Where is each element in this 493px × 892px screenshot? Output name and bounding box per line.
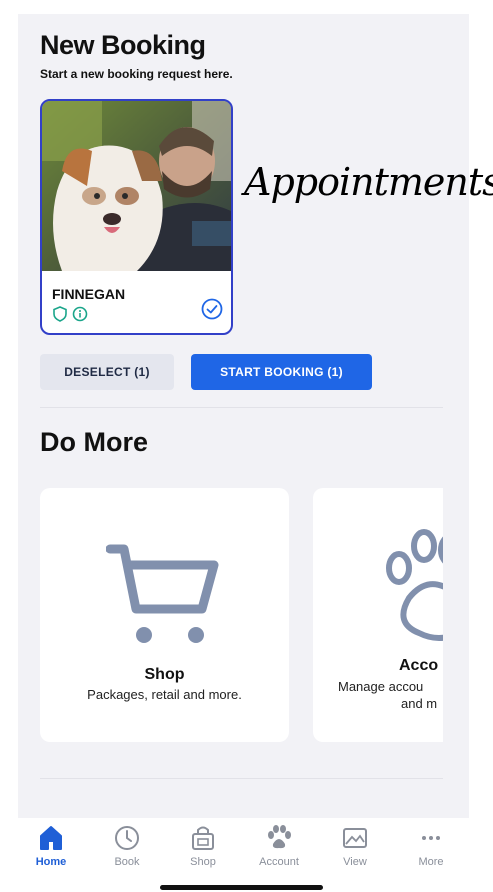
info-icon[interactable]: [72, 306, 88, 327]
tab-view-label: View: [343, 856, 367, 868]
page-subtitle: Start a new booking request here.: [40, 67, 233, 81]
paw-icon: [379, 528, 443, 653]
paw-icon: [265, 824, 293, 857]
divider-bottom: [40, 778, 443, 779]
pet-card-finnegan[interactable]: FINNEGAN: [40, 99, 233, 335]
home-indicator: [160, 885, 323, 890]
divider: [40, 407, 443, 408]
page-title: New Booking: [40, 30, 206, 60]
cart-icon: [105, 543, 222, 654]
account-tile[interactable]: Acco Manage accou and m: [313, 488, 443, 742]
account-tile-title: Acco: [399, 657, 439, 674]
do-more-title: Do More: [40, 427, 148, 457]
appointments-overlay-text: Appointments: [244, 160, 493, 204]
bottom-tab-bar: Home Book Shop Account View More: [0, 818, 493, 892]
deselect-button[interactable]: DESELECT (1): [40, 354, 174, 390]
pet-name: FINNEGAN: [52, 286, 126, 302]
clock-icon: [113, 824, 141, 857]
account-tile-desc-line2: and m: [401, 696, 438, 711]
ellipsis-icon: [417, 824, 445, 857]
pet-photo: [42, 101, 231, 271]
shield-icon: [52, 306, 68, 327]
tab-more-label: More: [418, 856, 444, 868]
start-booking-button[interactable]: START BOOKING (1): [191, 354, 372, 390]
image-icon: [341, 824, 369, 857]
tab-book-label: Book: [114, 856, 140, 868]
tab-account-label: Account: [259, 856, 299, 868]
check-circle-icon[interactable]: [201, 298, 223, 325]
home-icon: [38, 824, 64, 857]
tab-home-label: Home: [35, 856, 67, 868]
shop-tile-title: Shop: [144, 666, 185, 683]
shop-tile[interactable]: Shop Packages, retail and more.: [40, 488, 289, 742]
tab-shop-label: Shop: [190, 856, 216, 868]
account-tile-desc-line1: Manage accou: [338, 679, 424, 694]
shop-bag-icon: [189, 824, 217, 857]
shop-tile-desc: Packages, retail and more.: [87, 687, 242, 702]
pet-status-icons: [52, 306, 88, 327]
